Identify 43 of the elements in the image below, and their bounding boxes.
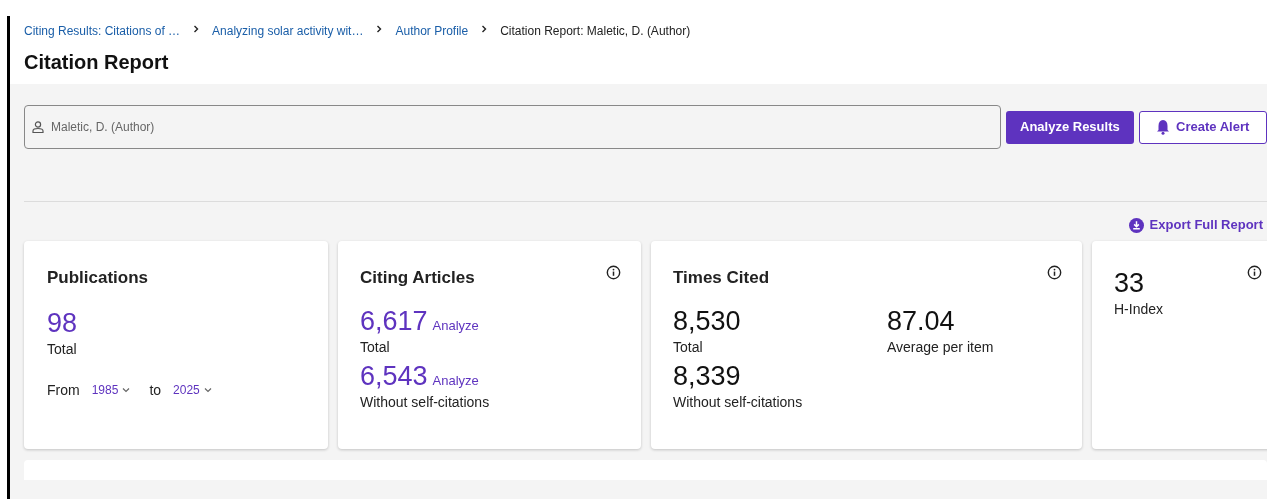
download-icon — [1128, 217, 1144, 233]
to-year-dropdown[interactable]: 2025 — [173, 381, 213, 399]
breadcrumb-link[interactable]: Analyzing solar activity wit… — [212, 22, 364, 40]
card-title: Publications — [47, 267, 150, 289]
count-value: 87.04 — [887, 304, 956, 337]
card-title: Citing Articles — [360, 267, 475, 289]
h-index-value: 33 — [1114, 267, 1145, 299]
analyze-link[interactable]: Analyze — [432, 370, 479, 390]
info-icon[interactable] — [1247, 265, 1262, 280]
page-title: Citation Report — [24, 50, 170, 74]
breadcrumb-link[interactable]: Author Profile — [395, 22, 469, 40]
h-index-caption: H-Index — [1114, 300, 1164, 319]
chevron-right-icon — [480, 25, 489, 33]
chevron-right-icon — [192, 25, 201, 33]
bell-icon — [1156, 119, 1171, 135]
info-icon[interactable] — [1047, 265, 1062, 280]
count-value: 8,530 — [673, 304, 742, 337]
person-icon — [31, 120, 45, 134]
count-value: 8,339 — [673, 359, 742, 392]
count-caption: Without self-citations — [673, 392, 804, 412]
count-caption: Total — [360, 337, 391, 357]
card-title: Times Cited — [673, 267, 770, 289]
count-value: 6,543 — [360, 359, 428, 392]
analyze-link[interactable]: Analyze — [432, 315, 479, 335]
from-year-dropdown[interactable]: 1985 — [91, 381, 132, 399]
chevron-down-icon — [121, 385, 132, 395]
export-report-button[interactable]: Export Full Report — [1128, 215, 1263, 235]
chevron-right-icon — [375, 25, 384, 33]
from-label: From — [47, 380, 80, 400]
count-caption: Average per item — [887, 337, 995, 357]
count-caption: Total — [47, 339, 78, 359]
breadcrumb-link[interactable]: Citing Results: Citations of … — [24, 22, 181, 40]
search-field[interactable]: Maletic, D. (Author) — [24, 105, 1001, 149]
count-caption: Without self-citations — [360, 392, 491, 412]
info-icon[interactable] — [606, 265, 621, 280]
analyze-results-button[interactable]: Analyze Results — [1006, 110, 1134, 144]
to-label: to — [149, 380, 162, 400]
chevron-down-icon — [202, 385, 213, 395]
create-alert-button[interactable]: Create Alert — [1138, 110, 1267, 144]
count-value: 6,617 — [360, 304, 428, 337]
count-value: 98 — [47, 306, 79, 339]
breadcrumb-current: Citation Report: Maletic, D. (Author) — [500, 23, 691, 40]
count-caption: Total — [673, 337, 704, 357]
